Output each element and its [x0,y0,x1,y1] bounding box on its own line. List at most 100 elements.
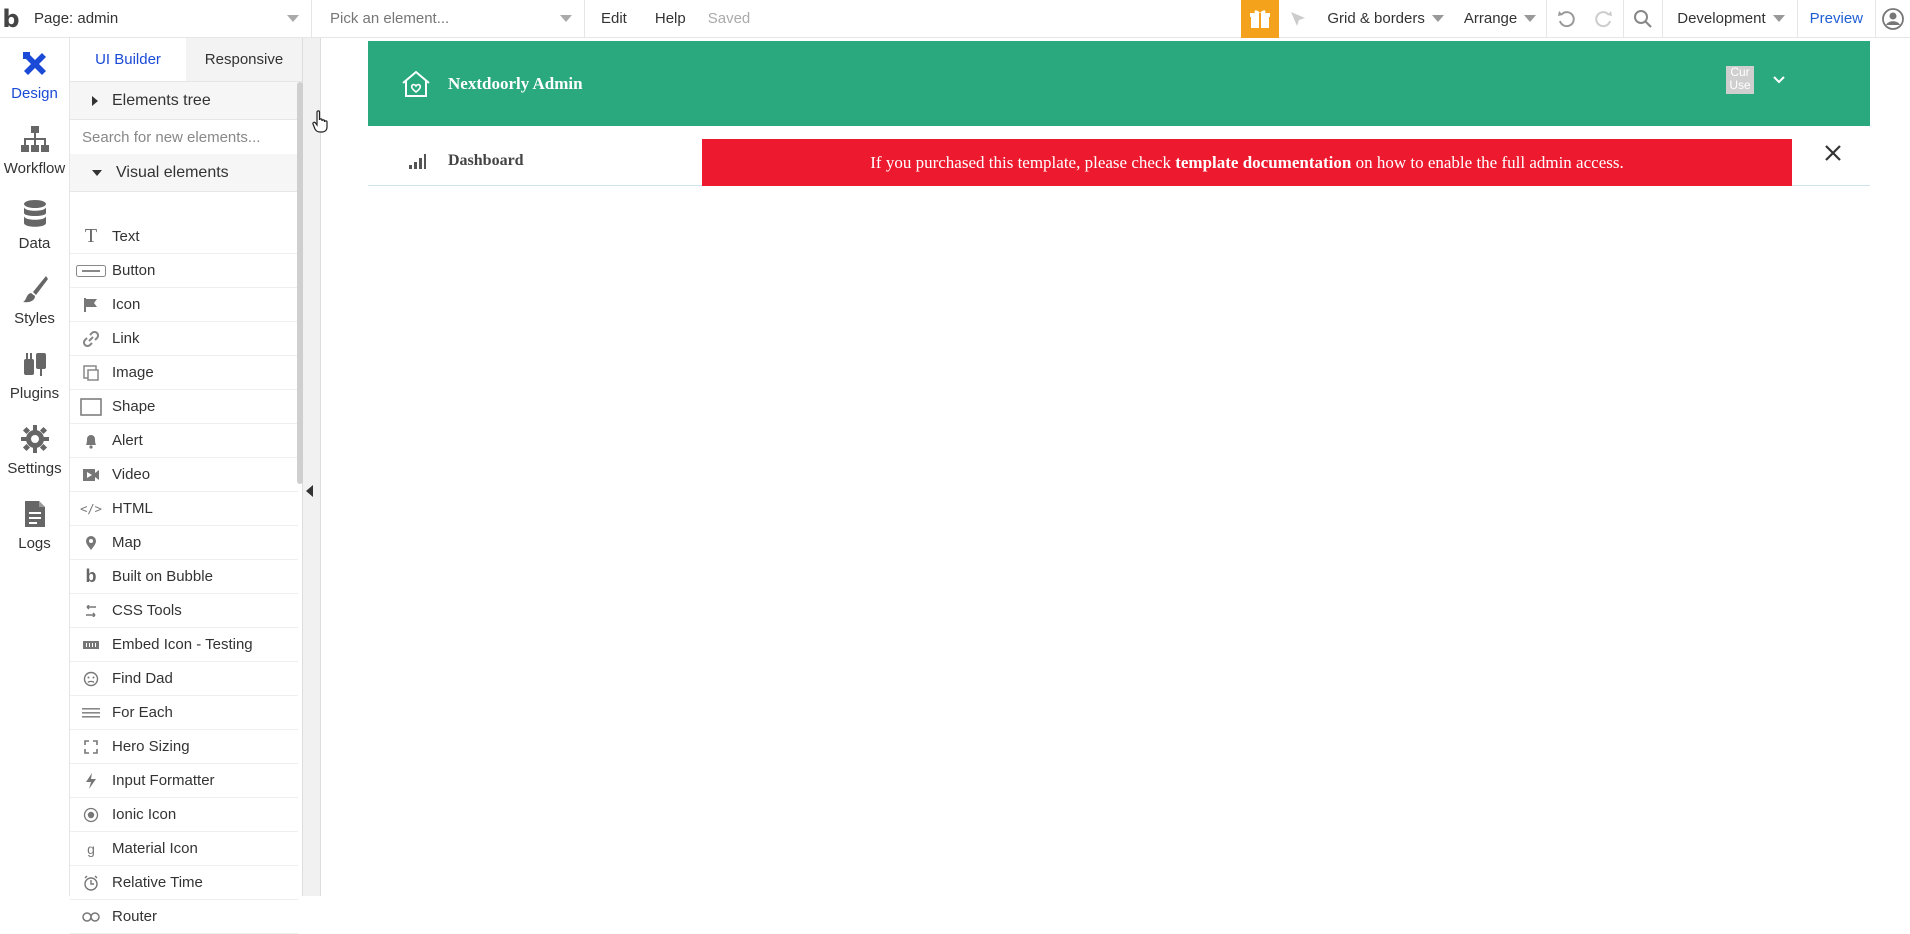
nav-design[interactable]: Design [0,38,69,113]
help-menu[interactable]: Help [641,0,700,38]
list-item-label: Router [112,908,158,925]
account-button[interactable] [1876,0,1910,38]
list-item[interactable]: Button [70,254,298,288]
router-icon [70,911,112,922]
database-icon [23,200,46,227]
list-item[interactable]: Router [70,900,298,934]
list-item[interactable]: For Each [70,696,298,730]
element-picker[interactable]: Pick an element... [312,0,585,38]
material-icon: g [87,840,95,857]
visual-elements-list: T Text Button Icon Link Image Shape Alert… [70,220,298,934]
css-tools-icon [70,604,112,617]
gear-icon [20,425,49,453]
list-item[interactable]: Relative Time [70,866,298,900]
list-item[interactable]: Map [70,526,298,560]
flag-icon [70,297,112,313]
nav-plugins[interactable]: Plugins [0,338,69,413]
list-item[interactable]: T Text [70,220,298,254]
list-item[interactable]: </> HTML [70,492,298,526]
plug-icon [23,353,46,376]
list-item[interactable]: b Built on Bubble [70,560,298,594]
grid-borders-dropdown[interactable]: Grid & borders [1317,0,1454,38]
list-item-label: Button [112,262,156,279]
list-item-label: Map [112,534,142,551]
panel-tabs: UI Builder Responsive [70,38,302,82]
nav-logs[interactable]: Logs [0,488,69,563]
page-selector-label: Page: admin [34,10,119,27]
list-item[interactable]: Input Formatter [70,764,298,798]
signal-bars-icon [409,154,426,169]
nav-data[interactable]: Data [0,188,69,263]
list-item-label: HTML [112,500,153,517]
dashboard-nav-item[interactable]: Dashboard [408,136,524,186]
list-item[interactable]: g Material Icon [70,832,298,866]
gift-button[interactable] [1241,0,1280,38]
tab-responsive[interactable]: Responsive [186,38,302,81]
nav-styles[interactable]: Styles [0,263,69,338]
undo-button[interactable] [1547,0,1585,38]
template-documentation-link[interactable]: template documentation [1175,153,1351,173]
editor-canvas: Nextdoorly Admin Cur Use Dashboard If yo… [321,38,1910,896]
list-item-label: Text [112,228,140,245]
collapse-panel-icon[interactable] [306,485,313,497]
list-item-label: Find Dad [112,670,173,687]
list-item[interactable]: Icon [70,288,298,322]
nav-workflow[interactable]: Workflow [0,113,69,188]
list-item[interactable]: CSS Tools [70,594,298,628]
cursor-arrow-icon [1291,11,1306,26]
avatar[interactable]: Cur Use [1726,66,1754,94]
image-icon [70,364,112,381]
chevron-down-icon[interactable] [1771,72,1787,88]
nav-design-label: Design [11,85,58,102]
panel-gutter[interactable] [303,38,321,896]
chevron-down-icon [1524,15,1537,22]
bubble-logo[interactable]: b [0,0,22,38]
search-button[interactable] [1624,0,1662,38]
element-panel: UI Builder Responsive Elements tree Visu… [70,38,303,934]
list-item-label: Image [112,364,154,381]
list-item[interactable]: Hero Sizing [70,730,298,764]
clock-icon [70,875,112,891]
list-item-label: Link [112,330,140,347]
list-item-label: CSS Tools [112,602,182,619]
shape-icon [70,397,112,416]
list-item[interactable]: Find Dad [70,662,298,696]
list-item[interactable]: Embed Icon - Testing [70,628,298,662]
preview-button[interactable]: Preview [1798,10,1875,27]
visual-elements-toggle[interactable]: Visual elements [70,154,302,192]
chevron-down-icon [1772,15,1785,22]
app-header[interactable]: Nextdoorly Admin [368,41,1870,126]
bubble-icon: b [85,566,97,586]
list-item[interactable]: Video [70,458,298,492]
list-item[interactable]: Ionic Icon [70,798,298,832]
text-icon: T [84,225,98,247]
arrange-dropdown[interactable]: Arrange [1454,0,1546,38]
select-mode-button[interactable] [1279,0,1317,38]
page-selector[interactable]: Page: admin [22,0,312,38]
list-item-label: Material Icon [112,840,198,857]
elements-tree-toggle[interactable]: Elements tree [70,82,302,120]
nav-plugins-label: Plugins [9,385,60,402]
left-navigation: Design Workflow Data Styles Plugins Sett… [0,38,70,896]
home-heart-icon [402,70,430,97]
list-item[interactable]: Link [70,322,298,356]
lines-icon [70,707,112,718]
list-item-label: Ionic Icon [112,806,177,823]
workflow-icon [20,126,49,152]
list-item[interactable]: Alert [70,424,298,458]
list-item-label: Icon [112,296,141,313]
hand-cursor-icon [312,110,328,133]
environment-dropdown[interactable]: Development [1663,0,1796,38]
caret-down-icon [92,169,102,176]
element-search-input[interactable] [70,120,302,154]
redo-button[interactable] [1585,0,1623,38]
tab-ui-builder[interactable]: UI Builder [70,38,186,81]
embed-icon [70,640,112,650]
list-item[interactable]: Shape [70,390,298,424]
list-item[interactable]: Image [70,356,298,390]
code-icon: </> [80,501,102,516]
close-icon[interactable] [1821,141,1845,165]
edit-menu[interactable]: Edit [585,0,641,38]
list-item-label: Shape [112,398,156,415]
nav-settings[interactable]: Settings [0,413,69,488]
